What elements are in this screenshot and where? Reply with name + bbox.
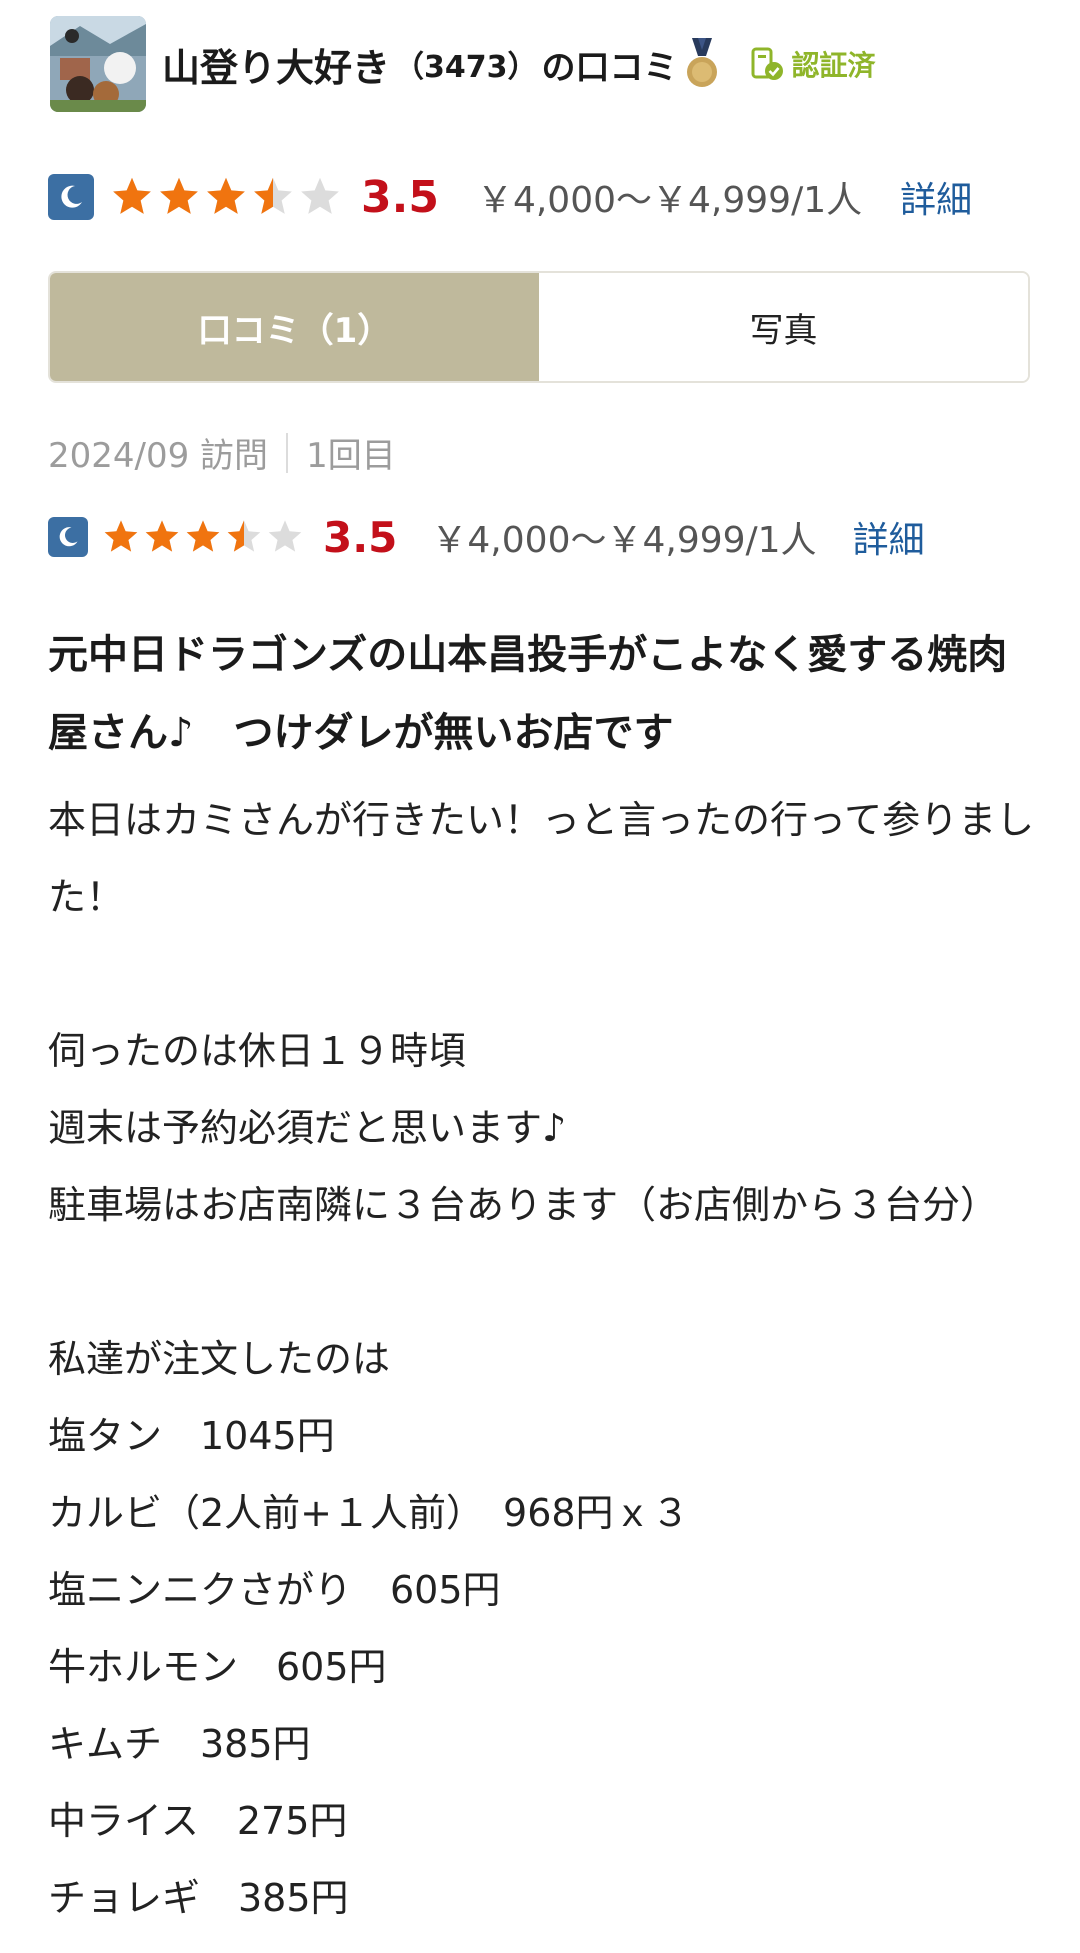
review-line: 私達が注文したのは bbox=[48, 1337, 391, 1381]
summary-price: ￥4,000～￥4,999/1人 bbox=[476, 180, 863, 221]
review-body: 本日はカミさんが行きたい！っと言ったの行って参りました！ 伺ったのは休日１９時頃週… bbox=[48, 782, 1043, 1937]
star-full-icon bbox=[186, 520, 220, 552]
star-full-icon bbox=[145, 520, 179, 552]
dinner-moon-icon bbox=[48, 517, 88, 557]
verified-label: 認証済 bbox=[791, 49, 876, 82]
review-line: 駐車場はお店南隣に３台あります（お店側から３台分） bbox=[48, 1183, 999, 1227]
medal-icon bbox=[686, 38, 717, 87]
reviewer-avatar[interactable] bbox=[50, 16, 146, 112]
reviewer-header: 山登り大好き （3473） の口コミ 認証済 bbox=[50, 16, 1040, 112]
tab-reviews[interactable]: 口コミ（1） bbox=[50, 273, 539, 381]
verified-badge: 認証済 bbox=[750, 44, 876, 84]
review-line: 塩ニンニクさがり 605円 bbox=[48, 1568, 501, 1612]
review-line: 本日はカミさんが行きたい！っと言ったの行って参りました！ bbox=[48, 798, 1035, 919]
review-line: 中ライス 275円 bbox=[48, 1799, 348, 1843]
visit-info: 2024/09 訪問 1回目 bbox=[48, 428, 396, 477]
review-price: ￥4,000～￥4,999/1人 bbox=[431, 520, 817, 561]
star-full-icon bbox=[160, 177, 198, 214]
review-star-rating bbox=[102, 518, 307, 556]
star-full-icon bbox=[113, 177, 151, 214]
review-detail-link[interactable]: 詳細 bbox=[853, 511, 925, 563]
star-half-icon bbox=[227, 520, 261, 552]
visit-count: 1回目 bbox=[306, 436, 396, 476]
review-blank-line bbox=[48, 1244, 1043, 1321]
review-rating-row: 3.5 ￥4,000～￥4,999/1人 詳細 bbox=[48, 513, 925, 562]
review-line: チョレギ 385円 bbox=[48, 1876, 349, 1920]
review-line: 塩タン 1045円 bbox=[48, 1414, 335, 1458]
reviewer-review-count: （3473） bbox=[394, 50, 538, 85]
summary-score: 3.5 bbox=[361, 171, 439, 223]
dinner-moon-icon bbox=[48, 174, 94, 220]
review-line: カルビ（2人前+１人前） 968円ｘ３ bbox=[48, 1491, 690, 1535]
summary-detail-link[interactable]: 詳細 bbox=[900, 171, 972, 223]
review-score: 3.5 bbox=[323, 512, 398, 562]
review-line: 週末は予約必須だと思います♪ bbox=[48, 1106, 567, 1150]
reviewer-title: 山登り大好き （3473） の口コミ bbox=[162, 37, 720, 92]
review-blank-line bbox=[48, 936, 1043, 1013]
visit-date: 2024/09 訪問 bbox=[48, 436, 269, 476]
star-half-icon bbox=[254, 177, 292, 214]
review-title: 元中日ドラゴンズの山本昌投手がこよなく愛する焼肉屋さん♪ つけダレが無いお店です bbox=[48, 632, 1008, 756]
reviewer-name[interactable]: 山登り大好き bbox=[162, 37, 390, 92]
star-empty-icon bbox=[301, 177, 339, 214]
review-line: 牛ホルモン 605円 bbox=[48, 1645, 387, 1689]
tab-photos[interactable]: 写真 bbox=[539, 273, 1028, 381]
reviews-suffix: の口コミ bbox=[541, 47, 678, 88]
review-line: キムチ 385円 bbox=[48, 1722, 311, 1766]
star-full-icon bbox=[104, 520, 138, 552]
verified-phone-icon bbox=[751, 47, 783, 80]
star-full-icon bbox=[207, 177, 245, 214]
divider bbox=[286, 432, 289, 473]
review-tabs: 口コミ（1） 写真 bbox=[48, 271, 1030, 383]
summary-rating-row: 3.5 ￥4,000～￥4,999/1人 詳細 bbox=[48, 171, 972, 223]
review-line: 伺ったのは休日１９時頃 bbox=[48, 1029, 467, 1073]
summary-star-rating bbox=[110, 175, 345, 219]
star-empty-icon bbox=[268, 520, 302, 552]
review-page: 山登り大好き （3473） の口コミ 認証済 3.5 ￥4,000～￥4,999… bbox=[0, 0, 1080, 1953]
